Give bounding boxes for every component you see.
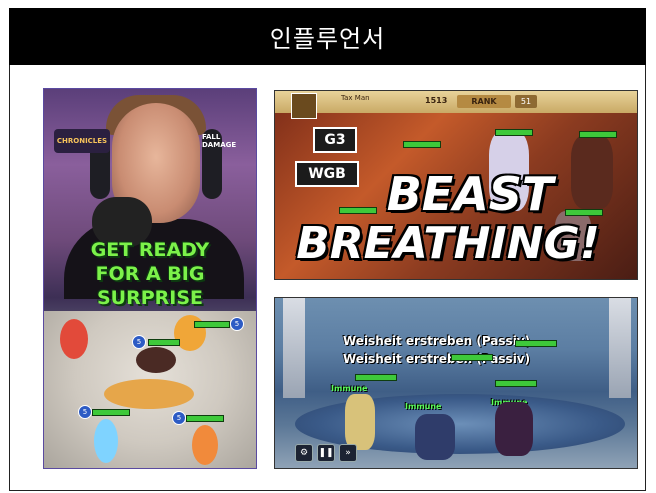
turn-badge: 5 <box>78 405 92 419</box>
video-thumbnail-short[interactable]: CHRONICLES FALL DAMAGE GET READY FOR A B… <box>43 88 257 469</box>
monster-fire <box>192 425 218 465</box>
fast-forward-icon[interactable]: » <box>339 444 357 462</box>
monster-red <box>60 319 88 359</box>
hp-bar <box>148 339 180 346</box>
currency-amount: 1513 <box>425 96 448 105</box>
video-thumbnail-beast-breathing[interactable]: Tax Man 1513 RANK 51 G3 WGB BEAST BREATH… <box>274 90 638 280</box>
hp-bar <box>495 380 537 387</box>
headline-line-3: SURPRISE <box>96 287 204 309</box>
unit-label: Immune <box>331 384 368 393</box>
hp-bar <box>403 141 441 148</box>
turn-badge: 5 <box>132 335 146 349</box>
rank-label: RANK <box>457 95 511 108</box>
skill-text-1: Weisheit erstreben (Passiv) <box>343 334 531 348</box>
monster-dark-knight <box>495 402 533 456</box>
channel-logo-left: CHRONICLES <box>54 129 110 153</box>
temple-pillar <box>609 298 631 398</box>
monster-blue <box>94 419 118 463</box>
video-thumbnail-battle[interactable]: Weisheit erstreben (Passiv) Weisheit ers… <box>274 297 638 469</box>
team-tag-top: G3 <box>313 127 357 153</box>
monster-beast <box>136 347 176 373</box>
temple-pillar <box>283 298 305 398</box>
headline-breathing: BREATHING! <box>296 218 600 269</box>
page-title: 인플루언서 <box>9 8 646 65</box>
hp-bar <box>579 131 617 138</box>
pause-icon[interactable]: ❚❚ <box>317 444 335 462</box>
turn-badge: 5 <box>172 411 186 425</box>
unit-label: Immune <box>405 402 442 411</box>
headline-line-2: FOR A BIG <box>95 263 205 285</box>
settings-icon[interactable]: ⚙ <box>295 444 313 462</box>
hp-bar <box>92 409 130 416</box>
player-name: Tax Man <box>341 94 370 102</box>
player-avatar <box>291 93 317 119</box>
hp-bar <box>515 340 557 347</box>
page-title-text: 인플루언서 <box>269 25 386 53</box>
headline-beast: BEAST <box>386 167 554 221</box>
hp-bar <box>451 354 493 361</box>
turn-badge: 5 <box>230 317 244 331</box>
hp-bar <box>495 129 533 136</box>
player-info-bar <box>275 91 637 113</box>
channel-logo-right: FALL DAMAGE <box>202 133 237 149</box>
hp-bar <box>194 321 230 328</box>
monster-gold <box>345 394 375 450</box>
arena-center-ring <box>104 379 194 409</box>
headline-line-1: GET READY <box>90 239 210 261</box>
hp-bar <box>355 374 397 381</box>
monster-wizard <box>415 414 455 460</box>
skill-text-2: Weisheit erstreben (Passiv) <box>343 352 531 366</box>
hp-bar <box>186 415 224 422</box>
rank-value: 51 <box>515 95 537 108</box>
